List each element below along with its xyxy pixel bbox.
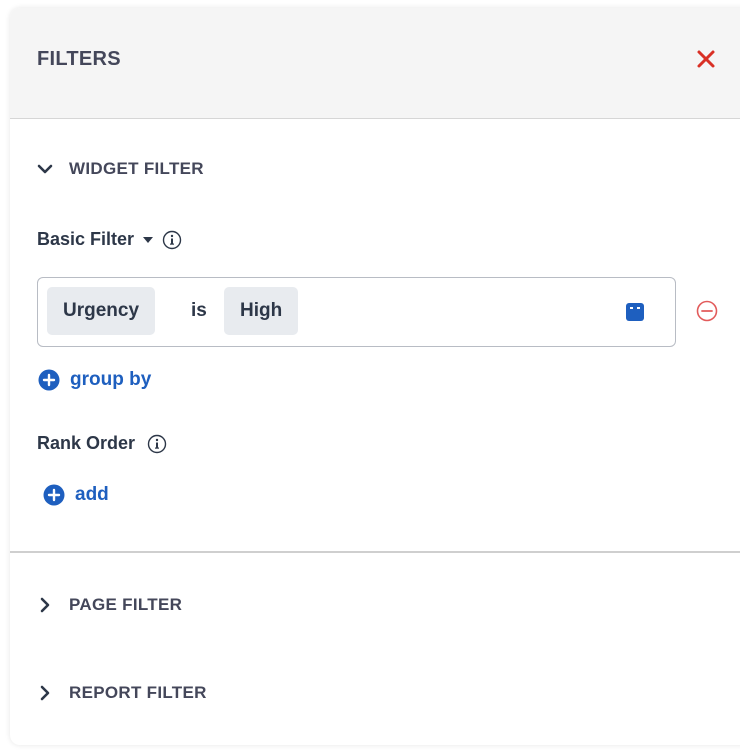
caret-down-icon[interactable]	[142, 234, 154, 246]
add-rank-order-button[interactable]: add	[43, 484, 109, 506]
plus-circle-icon	[38, 369, 60, 391]
basic-filter-label: Basic Filter	[37, 229, 135, 249]
filter-condition-box[interactable]: Urgency is High	[37, 277, 676, 347]
basic-filter-row: Basic Filter	[37, 229, 182, 250]
group-by-label: group by	[70, 369, 152, 390]
remove-filter-icon[interactable]	[696, 300, 718, 322]
page-filter-label: PAGE FILTER	[69, 595, 183, 614]
page-filter-toggle[interactable]: PAGE FILTER	[37, 595, 182, 615]
filter-operator[interactable]: is	[191, 287, 207, 335]
widget-filter-toggle[interactable]: WIDGET FILTER	[37, 159, 204, 179]
chevron-down-icon	[37, 164, 53, 174]
filter-value-chip[interactable]: High	[224, 287, 299, 335]
rank-order-row: Rank Order	[37, 433, 167, 454]
filters-panel: FILTERS WIDGET FILTER Basic Filter Urgen…	[10, 8, 740, 745]
info-icon[interactable]	[162, 230, 182, 250]
widget-filter-label: WIDGET FILTER	[69, 159, 204, 178]
section-divider	[10, 551, 740, 553]
info-icon[interactable]	[147, 434, 167, 454]
report-filter-toggle[interactable]: REPORT FILTER	[37, 683, 207, 703]
panel-title: FILTERS	[37, 48, 121, 70]
chevron-right-icon	[40, 685, 50, 701]
filter-field-chip[interactable]: Urgency	[47, 287, 156, 335]
chevron-right-icon	[40, 597, 50, 613]
group-by-button[interactable]: group by	[38, 369, 151, 391]
close-icon[interactable]	[694, 47, 718, 71]
panel-header: FILTERS	[10, 8, 740, 119]
add-label: add	[75, 484, 109, 505]
report-filter-label: REPORT FILTER	[69, 683, 207, 702]
calendar-icon[interactable]	[625, 302, 645, 322]
rank-order-label: Rank Order	[37, 433, 136, 453]
plus-circle-icon	[43, 484, 65, 506]
